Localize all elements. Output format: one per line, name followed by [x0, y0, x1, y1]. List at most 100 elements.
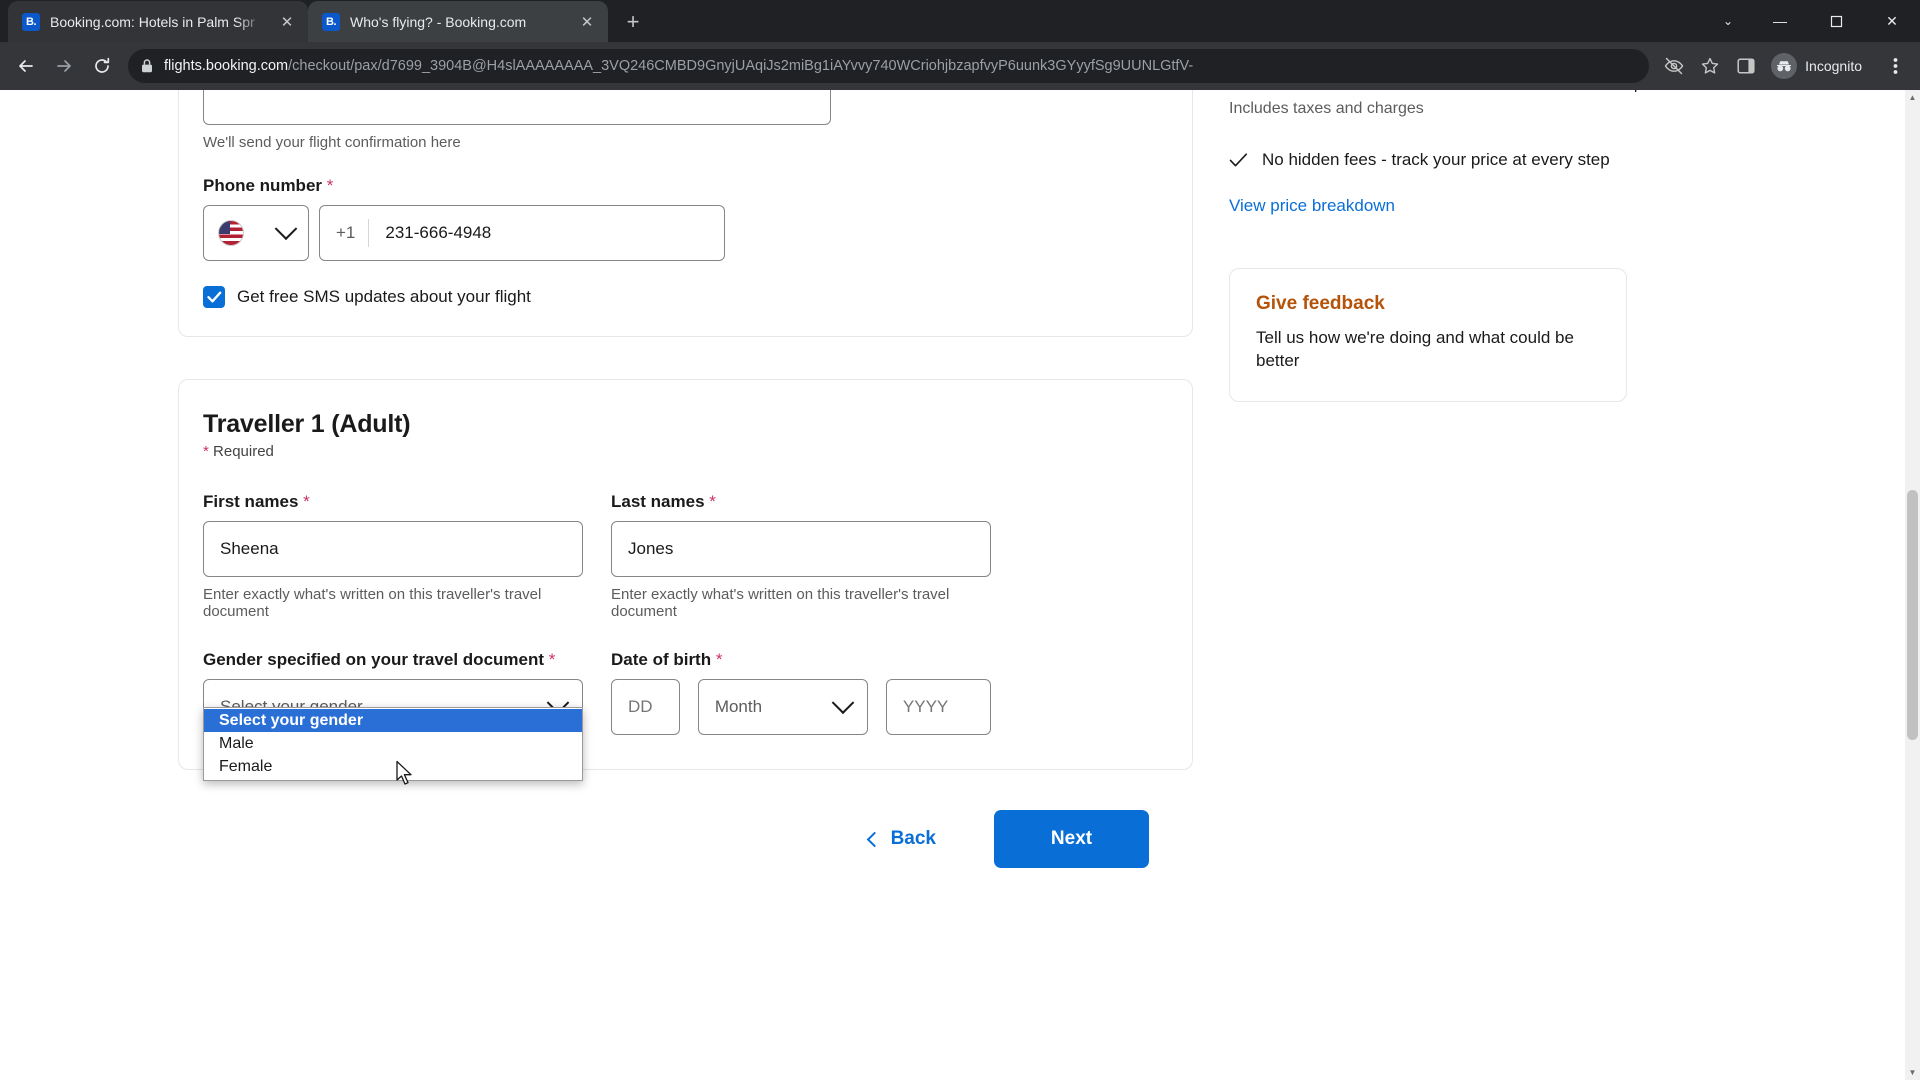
- total-row: Total $299.45: [1229, 90, 1719, 92]
- last-names-input[interactable]: Jones: [611, 521, 991, 577]
- dob-fields: DD Month YYYY: [611, 679, 991, 735]
- feedback-card[interactable]: Give feedback Tell us how we're doing an…: [1229, 268, 1627, 402]
- tab-booking-hotels[interactable]: B. Booking.com: Hotels in Palm Spr ✕: [8, 1, 308, 42]
- required-asterisk: *: [548, 650, 556, 669]
- checkmark-icon: [1229, 153, 1248, 167]
- tab-title: Booking.com: Hotels in Palm Spr: [50, 13, 255, 30]
- side-panel-icon[interactable]: [1729, 49, 1763, 83]
- sms-updates-label: Get free SMS updates about your flight: [237, 287, 531, 306]
- url-text: flights.booking.com/checkout/pax/d7699_3…: [164, 58, 1637, 74]
- first-names-helper: Enter exactly what's written on this tra…: [203, 586, 542, 620]
- incognito-label: Incognito: [1805, 58, 1862, 74]
- booking-favicon-icon: B.: [22, 12, 40, 31]
- window-controls: ⌄ — ✕: [1704, 0, 1920, 42]
- last-names-label: Last names *: [611, 492, 716, 511]
- country-code-select[interactable]: [203, 205, 309, 261]
- arrow-left-glyph: [19, 60, 33, 72]
- browser-window: B. Booking.com: Hotels in Palm Spr ✕ B. …: [0, 0, 1920, 1080]
- last-names-col: Last names * Jones Enter exactly what's …: [611, 492, 991, 620]
- page-viewport: We'll send your flight confirmation here…: [0, 90, 1920, 1080]
- kebab-menu-glyph: [1893, 58, 1897, 74]
- contact-details-card: We'll send your flight confirmation here…: [178, 90, 1193, 337]
- scrollbar-thumb[interactable]: [1907, 490, 1918, 740]
- first-names-input[interactable]: Sheena: [203, 521, 583, 577]
- reload-icon[interactable]: [84, 48, 120, 84]
- required-asterisk: *: [303, 492, 310, 511]
- traveller-title: Traveller 1 (Adult): [203, 410, 411, 438]
- booking-checkout-page: We'll send your flight confirmation here…: [0, 90, 1920, 868]
- required-asterisk: *: [203, 443, 209, 460]
- minimize-icon[interactable]: —: [1752, 0, 1808, 42]
- first-names-col: First names * Sheena Enter exactly what'…: [203, 492, 583, 620]
- required-asterisk: *: [709, 492, 716, 511]
- chevron-down-icon: [831, 691, 855, 715]
- dob-day-input[interactable]: DD: [611, 679, 680, 735]
- reload-glyph: [95, 57, 110, 73]
- footer-actions: Back Next: [178, 810, 1193, 868]
- eye-slash-glyph: [1664, 57, 1684, 75]
- email-helper-text: We'll send your flight confirmation here: [203, 134, 461, 151]
- phone-number-input[interactable]: +1 231-666-4948: [319, 205, 725, 261]
- checkmark-icon: [206, 291, 221, 303]
- star-glyph: [1701, 57, 1719, 74]
- us-flag-icon: [218, 220, 244, 246]
- forward-icon[interactable]: [46, 48, 82, 84]
- scroll-down-arrow-icon[interactable]: ▼: [1905, 1065, 1920, 1080]
- dial-code: +1: [320, 219, 370, 247]
- sms-updates-checkbox-row[interactable]: Get free SMS updates about your flight: [203, 286, 1168, 308]
- chrome-menu-icon[interactable]: [1878, 49, 1912, 83]
- no-hidden-fees-text: No hidden fees - track your price at eve…: [1262, 150, 1610, 169]
- date-of-birth-col: Date of birth * DD Month YYYY: [611, 650, 991, 735]
- traveller-card: Traveller 1 (Adult) * Required First nam…: [178, 379, 1193, 781]
- required-note: * Required: [203, 443, 274, 460]
- date-of-birth-label: Date of birth *: [611, 650, 723, 669]
- gender-dob-row: Gender specified on your travel document…: [203, 650, 1168, 781]
- new-tab-button[interactable]: +: [616, 5, 650, 39]
- tab-strip: B. Booking.com: Hotels in Palm Spr ✕ B. …: [0, 0, 1920, 42]
- dob-year-input[interactable]: YYYY: [885, 679, 991, 735]
- chevron-down-icon: [274, 217, 298, 241]
- maximize-square-icon: [1830, 15, 1842, 27]
- no-hidden-fees-row: No hidden fees - track your price at eve…: [1229, 150, 1719, 170]
- browser-toolbar: flights.booking.com/checkout/pax/d7699_3…: [0, 42, 1920, 90]
- close-icon[interactable]: ✕: [576, 11, 598, 33]
- required-asterisk: *: [326, 176, 334, 195]
- side-panel-glyph: [1737, 58, 1755, 74]
- content-columns: We'll send your flight confirmation here…: [178, 90, 1890, 868]
- email-field[interactable]: [203, 90, 831, 125]
- sidebar-column: Total $299.45 Includes taxes and charges…: [1229, 90, 1719, 402]
- total-value: $299.45: [1629, 90, 1719, 92]
- tab-title: Who's flying? - Booking.com: [350, 13, 527, 30]
- phone-number-label: Phone number *: [203, 176, 334, 195]
- next-button[interactable]: Next: [994, 810, 1149, 868]
- last-names-helper: Enter exactly what's written on this tra…: [611, 586, 950, 620]
- includes-taxes-text: Includes taxes and charges: [1229, 100, 1424, 117]
- gender-option-male[interactable]: Male: [204, 732, 582, 755]
- gender-option-female[interactable]: Female: [204, 755, 582, 778]
- bookmark-star-icon[interactable]: [1693, 49, 1727, 83]
- sms-updates-checkbox[interactable]: [203, 286, 225, 308]
- phone-number-value: 231-666-4948: [385, 223, 492, 242]
- view-price-breakdown-link[interactable]: View price breakdown: [1229, 196, 1719, 216]
- incognito-avatar-icon: [1771, 53, 1798, 79]
- chevron-down-icon[interactable]: ⌄: [1704, 0, 1752, 42]
- tab-whos-flying[interactable]: B. Who's flying? - Booking.com ✕: [308, 1, 608, 42]
- arrow-right-glyph: [57, 60, 71, 72]
- phone-row: +1 231-666-4948: [203, 205, 1168, 261]
- back-icon[interactable]: [8, 48, 44, 84]
- maximize-icon[interactable]: [1808, 0, 1864, 42]
- page-scrollbar[interactable]: ▲ ▼: [1905, 90, 1920, 1080]
- required-asterisk: *: [715, 650, 723, 669]
- gender-col: Gender specified on your travel document…: [203, 650, 583, 781]
- eye-slash-icon[interactable]: [1657, 49, 1691, 83]
- close-icon[interactable]: ✕: [276, 11, 298, 33]
- gender-option-select-your-gender[interactable]: Select your gender: [204, 709, 582, 732]
- incognito-indicator[interactable]: Incognito: [1765, 49, 1876, 83]
- back-button[interactable]: Back: [861, 818, 944, 860]
- dob-month-select[interactable]: Month: [697, 679, 868, 735]
- back-button-label: Back: [890, 828, 936, 849]
- gender-dropdown-list[interactable]: Select your gender Male Female: [203, 707, 583, 781]
- scroll-up-arrow-icon[interactable]: ▲: [1905, 90, 1920, 105]
- address-bar[interactable]: flights.booking.com/checkout/pax/d7699_3…: [128, 49, 1650, 83]
- window-close-icon[interactable]: ✕: [1864, 0, 1920, 42]
